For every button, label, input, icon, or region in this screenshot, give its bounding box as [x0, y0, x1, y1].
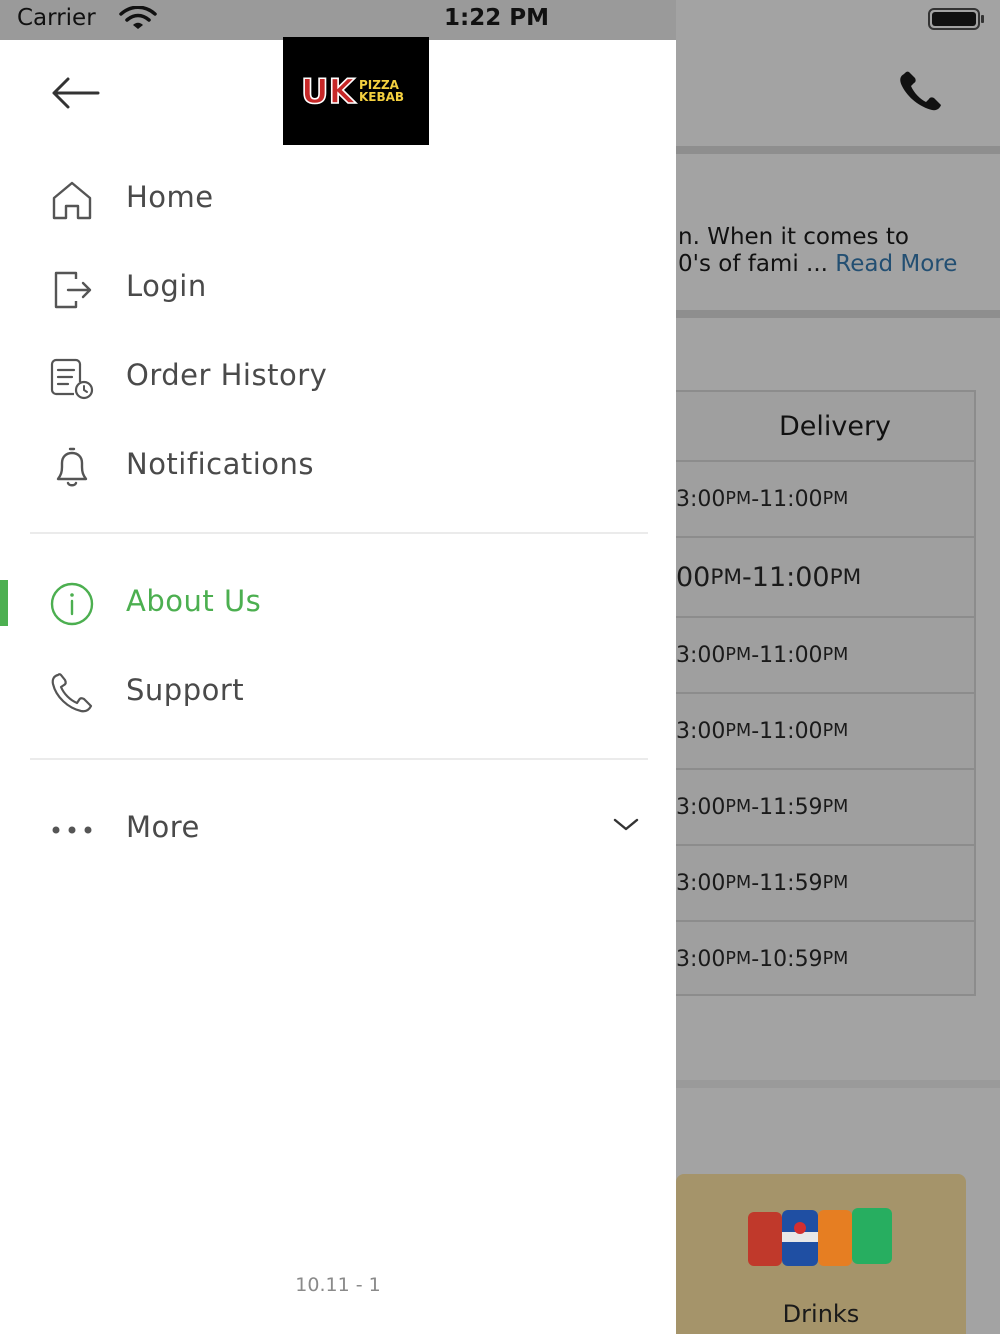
- divider: [30, 532, 648, 534]
- nav-item-label: About Us: [126, 584, 262, 618]
- hours-to: 10:59: [759, 946, 823, 972]
- read-more-link[interactable]: Read More: [835, 251, 957, 277]
- status-bar: Carrier 1:22 PM: [0, 0, 1000, 40]
- am-pm: PM: [725, 721, 752, 741]
- home-icon: [52, 181, 92, 220]
- separator: [676, 146, 1000, 154]
- nav-item-home[interactable]: Home: [0, 164, 676, 234]
- logo-line-2: KEBAB: [359, 90, 404, 104]
- restaurant-logo: UK PIZZA KEBAB: [283, 37, 429, 145]
- nav-item-label: Order History: [126, 358, 328, 392]
- hours-from: 3:00: [676, 642, 726, 668]
- hours-row: 3:00 PM - 11:00 PM: [676, 462, 974, 538]
- nav-item-more[interactable]: More: [0, 794, 676, 864]
- clock: 1:22 PM: [444, 5, 549, 31]
- about-line-2: 0's of fami ...: [678, 251, 828, 277]
- hours-from: 3:00: [676, 870, 726, 896]
- am-pm: PM: [822, 949, 849, 969]
- back-arrow-icon[interactable]: [48, 72, 102, 114]
- nav-item-order-history[interactable]: Order History: [0, 342, 676, 412]
- am-pm: PM: [725, 489, 752, 509]
- am-pm: PM: [725, 949, 752, 969]
- chevron-down-icon[interactable]: [612, 814, 640, 834]
- nav-item-notifications[interactable]: Notifications: [0, 431, 676, 501]
- delivery-column-header: Delivery: [676, 392, 974, 462]
- drinks-cans-image: [748, 1208, 892, 1266]
- hours-row: 3:00 PM - 11:00 PM: [676, 694, 974, 770]
- am-pm: PM: [822, 721, 849, 741]
- hours-row: 3:00 PM - 10:59 PM: [676, 922, 974, 996]
- nav-item-support[interactable]: Support: [0, 657, 676, 727]
- separator: [676, 310, 1000, 318]
- hours-from: 3:00: [676, 794, 726, 820]
- hours-dash: -: [751, 718, 760, 744]
- hours-from: 00: [676, 561, 711, 593]
- am-pm: PM: [710, 564, 743, 590]
- hours-dash: -: [751, 946, 760, 972]
- hours-to: 11:59: [759, 794, 823, 820]
- am-pm: PM: [725, 797, 752, 817]
- hours-dash: -: [751, 870, 760, 896]
- bell-icon: [56, 447, 88, 487]
- hours-dash: -: [742, 561, 752, 593]
- hours-from: 3:00: [676, 486, 726, 512]
- about-snippet: n. When it comes to 0's of fami ... Read…: [678, 224, 998, 278]
- hours-row: 3:00 PM - 11:59 PM: [676, 770, 974, 846]
- more-dots-icon: [52, 826, 92, 834]
- nav-item-label: More: [126, 810, 200, 844]
- hours-dash: -: [751, 794, 760, 820]
- hours-to: 11:00: [759, 642, 823, 668]
- active-indicator: [0, 580, 8, 626]
- nav-item-label: Login: [126, 269, 207, 303]
- hours-row: 3:00 PM - 11:59 PM: [676, 846, 974, 922]
- am-pm: PM: [822, 645, 849, 665]
- info-icon: [50, 582, 94, 626]
- nav-item-login[interactable]: Login: [0, 253, 676, 323]
- am-pm: PM: [725, 645, 752, 665]
- battery-icon: [928, 8, 984, 30]
- drinks-category-card[interactable]: Drinks: [676, 1174, 966, 1334]
- delivery-hours-table: Delivery 3:00 PM - 11:00 PM 00 PM - 11:00…: [676, 390, 976, 996]
- divider: [30, 758, 648, 760]
- nav-item-label: Support: [126, 673, 245, 707]
- am-pm: PM: [822, 489, 849, 509]
- am-pm: PM: [725, 873, 752, 893]
- hours-dash: -: [751, 642, 760, 668]
- logo-main: UK: [301, 72, 357, 112]
- call-icon[interactable]: [896, 70, 946, 112]
- hours-to: 11:00: [751, 561, 830, 593]
- hours-from: 3:00: [676, 946, 726, 972]
- am-pm: PM: [822, 797, 849, 817]
- about-line-1: n. When it comes to: [678, 224, 909, 250]
- am-pm: PM: [829, 564, 862, 590]
- order-history-icon: [50, 358, 94, 400]
- login-icon: [54, 271, 92, 309]
- phone-icon: [51, 673, 93, 713]
- drinks-label: Drinks: [782, 1300, 860, 1328]
- hours-from: 3:00: [676, 718, 726, 744]
- app-version: 10.11 - 1: [295, 1274, 381, 1296]
- hours-row: 00 PM - 11:00 PM: [676, 538, 974, 618]
- carrier-label: Carrier: [17, 5, 96, 31]
- wifi-icon: [119, 6, 157, 29]
- am-pm: PM: [822, 873, 849, 893]
- hours-to: 11:00: [759, 718, 823, 744]
- hours-dash: -: [751, 486, 760, 512]
- navigation-drawer: UK PIZZA KEBAB Home Login Order History: [0, 37, 676, 1334]
- nav-item-about-us[interactable]: About Us: [0, 568, 676, 638]
- hours-to: 11:00: [759, 486, 823, 512]
- hours-to: 11:59: [759, 870, 823, 896]
- nav-item-label: Notifications: [126, 447, 315, 481]
- hours-row: 3:00 PM - 11:00 PM: [676, 618, 974, 694]
- nav-item-label: Home: [126, 180, 214, 214]
